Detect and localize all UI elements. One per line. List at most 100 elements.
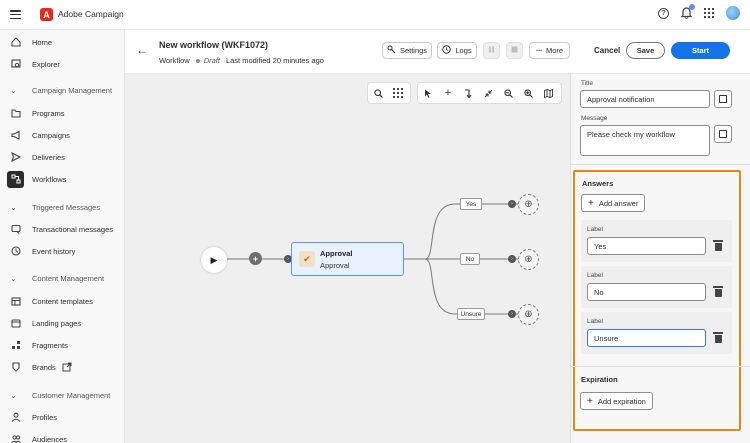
section-customer-management[interactable]: ⌄ Customer Management (0, 387, 125, 403)
plus-icon: + (588, 197, 594, 209)
answer-item: Label Unsure (581, 312, 732, 354)
arrow-icon: › (508, 255, 516, 263)
save-button[interactable]: Save (626, 42, 665, 59)
delete-icon[interactable] (713, 332, 723, 343)
sidebar-item-workflows[interactable]: Workflows (0, 170, 125, 188)
branch-label-yes[interactable]: Yes (460, 198, 482, 210)
section-title: Content Management (32, 273, 105, 283)
home-icon (10, 36, 22, 48)
add-end-node-yes[interactable]: ⊕ (518, 194, 539, 215)
section-title: Triggered Messages (32, 202, 101, 212)
bell-icon[interactable] (680, 4, 695, 19)
sidebar-item-fragments[interactable]: Fragments (0, 336, 125, 354)
explorer-icon (10, 58, 22, 70)
section-campaign-management[interactable]: ⌄ Campaign Management (0, 82, 125, 98)
delete-icon[interactable] (713, 286, 723, 297)
sidebar-item-label: Event history (32, 246, 76, 256)
section-content-management[interactable]: ⌄ Content Management (0, 270, 125, 286)
cancel-button[interactable]: Cancel (594, 46, 620, 55)
personalization-button[interactable] (714, 125, 732, 143)
more-button[interactable]: ··· More (529, 42, 570, 59)
start-node[interactable]: ▶ (201, 247, 227, 273)
sidebar-item-programs[interactable]: Programs (0, 104, 125, 122)
more-icon: ··· (535, 46, 543, 55)
expiration-title: Expiration (581, 375, 618, 384)
approval-icon: ✔ (299, 251, 315, 267)
sidebar-item-profiles[interactable]: Profiles (0, 408, 125, 426)
back-arrow-icon[interactable]: ← (136, 43, 148, 57)
external-link-icon (62, 362, 72, 372)
add-end-node-no[interactable]: ⊕ (518, 249, 539, 270)
approval-activity-node[interactable]: ✔ Approval Approval (291, 242, 404, 276)
sidebar-item-label: Transactional messages (32, 224, 114, 234)
sidebar-item-brands[interactable]: Brands (0, 358, 125, 376)
title-input[interactable]: Approval notification (580, 90, 710, 108)
last-modified: Last modified 20 minutes ago (225, 56, 324, 65)
answer-label: Label (587, 272, 603, 279)
settings-button[interactable]: Settings (382, 42, 432, 59)
settings-icon (387, 45, 396, 56)
chevron-down-icon: ⌄ (10, 390, 17, 400)
sidebar-item-explorer[interactable]: Explorer (0, 55, 125, 73)
add-activity-button[interactable]: + (249, 252, 262, 265)
chevron-down-icon: ⌄ (10, 273, 17, 283)
answer-input[interactable]: Unsure (587, 329, 706, 347)
add-answer-button[interactable]: + Add answer (581, 194, 646, 212)
send-icon (10, 151, 22, 163)
profile-icon (10, 411, 22, 423)
sidebar-item-content-templates[interactable]: Content templates (0, 292, 125, 310)
sidebar-item-home[interactable]: Home (0, 33, 125, 51)
add-end-node-unsure[interactable]: ⊕ (518, 304, 539, 325)
sidebar-item-label: Home (32, 37, 53, 47)
notification-badge (689, 4, 695, 10)
arrow-icon: › (508, 310, 516, 318)
divider (571, 164, 750, 165)
personalization-button[interactable] (714, 90, 732, 108)
sidebar-item-label: Content templates (32, 296, 93, 306)
answer-label: Label (587, 226, 603, 233)
branch-label-unsure[interactable]: Unsure (457, 308, 485, 320)
hamburger-icon[interactable] (10, 10, 21, 20)
add-answer-label: Add answer (598, 198, 639, 208)
section-title: Campaign Management (32, 85, 113, 95)
start-button[interactable]: Start (671, 42, 730, 59)
sidebar-item-deliveries[interactable]: Deliveries (0, 148, 125, 166)
help-icon[interactable]: ? (658, 7, 669, 19)
answer-label: Label (587, 318, 603, 325)
answer-item: Label No (581, 266, 732, 308)
stop-button[interactable] (506, 42, 523, 59)
avatar[interactable] (726, 6, 740, 20)
pause-button[interactable] (483, 42, 500, 59)
add-expiration-button[interactable]: + Add expiration (580, 392, 653, 410)
answer-item: Label Yes (581, 220, 732, 262)
template-icon (10, 295, 22, 307)
personalization-icon (719, 95, 727, 103)
workflow-canvas[interactable]: + ▶ + › ✔ Approval Approval Yes › ⊕ No ›… (125, 74, 570, 443)
add-expiration-label: Add expiration (597, 396, 646, 406)
delete-icon[interactable] (713, 240, 723, 251)
branch-label-no[interactable]: No (460, 253, 480, 265)
sidebar-item-event-history[interactable]: Event history (0, 242, 125, 260)
status-dot (195, 58, 200, 63)
megaphone-icon (10, 129, 22, 141)
status-text: Draft (203, 56, 220, 65)
stop-icon (511, 46, 518, 55)
message-field-label: Message (581, 115, 608, 122)
section-triggered-messages[interactable]: ⌄ Triggered Messages (0, 199, 125, 215)
answer-input[interactable]: Yes (587, 237, 706, 255)
message-textarea[interactable]: Please check my workflow (580, 125, 710, 156)
sidebar-item-campaigns[interactable]: Campaigns (0, 126, 125, 144)
answer-input[interactable]: No (587, 283, 706, 301)
sidebar-item-label: Programs (32, 108, 65, 118)
workflow-icon (7, 170, 24, 188)
fragment-icon (10, 339, 22, 351)
sidebar-item-transactional-messages[interactable]: Transactional messages (0, 220, 125, 238)
pause-icon (488, 46, 495, 55)
clock-icon (442, 45, 452, 56)
app-grid-icon[interactable] (703, 7, 715, 19)
logs-button[interactable]: Logs (437, 42, 477, 59)
app-title[interactable]: Adobe Campaign (58, 9, 124, 19)
adobe-logo: A (40, 8, 53, 21)
sidebar-item-audiences[interactable]: Audiences (0, 430, 125, 443)
sidebar-item-landing-pages[interactable]: Landing pages (0, 314, 125, 332)
